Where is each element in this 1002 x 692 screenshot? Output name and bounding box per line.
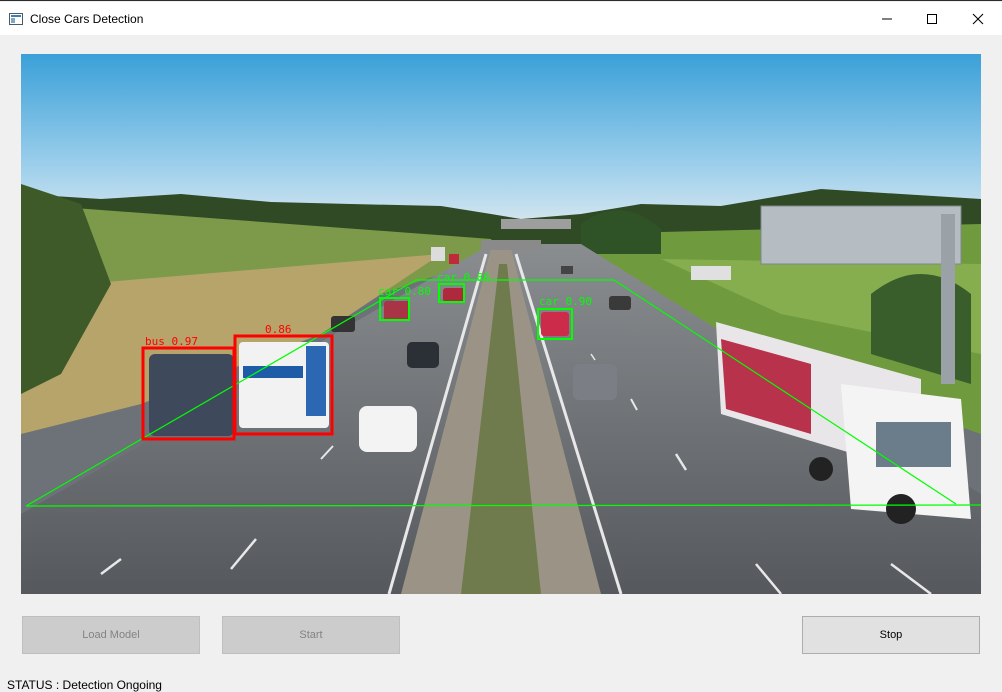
maximize-icon xyxy=(927,14,937,24)
load-model-button[interactable]: Load Model xyxy=(22,616,200,654)
close-icon xyxy=(972,13,984,25)
maximize-button[interactable] xyxy=(909,3,955,35)
highway-scene: bus 0.97 0.86 car 0.80 car 0.86 car 0.90 xyxy=(21,54,981,594)
app-icon xyxy=(9,13,23,25)
window-title: Close Cars Detection xyxy=(30,12,144,26)
detection-label-car-1: car 0.80 xyxy=(378,285,431,298)
status-text: STATUS : Detection Ongoing xyxy=(7,678,162,692)
detection-label-van: 0.86 xyxy=(265,323,292,336)
detection-label-bus: bus 0.97 xyxy=(145,335,198,348)
detection-label-car-3: car 0.90 xyxy=(539,295,592,308)
video-frame: bus 0.97 0.86 car 0.80 car 0.86 car 0.90 xyxy=(21,54,981,594)
start-button[interactable]: Start xyxy=(222,616,400,654)
app-window: Close Cars Detection bus 0.97 0.86 car 0… xyxy=(0,0,1002,692)
detection-label-car-2: car 0.86 xyxy=(437,271,490,284)
close-button[interactable] xyxy=(955,3,1001,35)
minimize-button[interactable] xyxy=(864,3,910,35)
stop-button[interactable]: Stop xyxy=(802,616,980,654)
minimize-icon xyxy=(882,18,892,20)
title-bar: Close Cars Detection xyxy=(0,2,1002,35)
